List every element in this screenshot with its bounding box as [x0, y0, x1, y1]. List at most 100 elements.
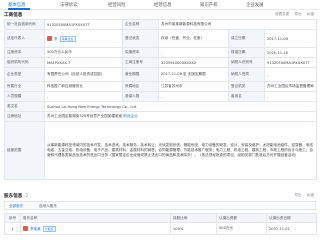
business-info-actions: 查看变更 导出 纠错 — [271, 12, 314, 17]
value-scope: 从事新能源科技领域内的技术开发、技术咨询、技术服务、技术转让；光伏发电系统、储能… — [44, 121, 317, 180]
filter-natural-person[interactable]: 自然人股东 — [39, 204, 57, 209]
shareholder-link[interactable]: 李某某 — [30, 227, 41, 231]
tab-legal[interactable]: 法律诉讼 — [60, 2, 78, 8]
value-former-name: - — [264, 91, 317, 102]
label-paid-capital: 实缴资本 — [122, 47, 159, 58]
tab-label: 知识产权 — [200, 3, 218, 8]
value-reg-capital: 500万元人民币 — [44, 47, 123, 58]
value-established: 2017-11-08 — [264, 29, 317, 48]
filter-all-shareholders[interactable]: 全部股东 — [9, 204, 23, 209]
value-region: 江苏省苏州市 — [158, 81, 229, 92]
value-amount: 500万元 — [216, 222, 267, 235]
table-row: 人员规模 - 参保人数 - 曾用名 - — [4, 91, 317, 102]
col-header-date: 认缴出资日期 — [266, 213, 317, 223]
tab-ip[interactable]: 知识产权 — [200, 2, 218, 8]
section-title-text: 股东信息 — [4, 194, 23, 199]
value-address: 苏州工业园区星湖街328号创意产业园某幢某室 — [47, 114, 123, 118]
business-info-table: 统一社会信用代码 91320500MA1PXXXX7T 企业名称 苏州市某某新能… — [4, 19, 317, 180]
value-company-name: 苏州市某某新能源科技有限公司 — [158, 19, 317, 30]
table-row: 注册资本 500万元人民币 实缴资本 - 核准日期 2020-11-16 — [4, 47, 317, 58]
value-paid-capital: - — [158, 47, 229, 58]
view-changes-link[interactable]: 查看变更 — [275, 12, 289, 16]
active-tab-indicator — [8, 8, 30, 10]
label-industry: 所属行业 — [4, 81, 45, 92]
col-header-ratio: 持股比例 — [170, 213, 217, 223]
section-title-text: 工商信息 — [4, 13, 23, 18]
avatar — [23, 226, 28, 231]
correction-link[interactable]: 纠错 — [307, 12, 314, 16]
shareholder-name-cell: 李某某 大股东 — [20, 222, 171, 235]
major-shareholder-tag: 大股东 — [42, 225, 56, 232]
shareholder-actions: 导出 纠错 — [294, 193, 314, 198]
value-business-term: 2017-11-08 至 无固定期限 — [158, 67, 229, 82]
label-established: 成立日期 — [228, 29, 265, 48]
value-org-code: MA1PXXXX-7 — [44, 57, 123, 68]
related-companies-tag[interactable]: 关联企业 — [59, 35, 76, 42]
tab-label: 经营信息 — [154, 3, 172, 8]
label-company-name: 企业名称 — [122, 19, 159, 30]
label-credit-code: 统一社会信用代码 — [4, 19, 45, 30]
value-credit-code: 91320500MA1PXXXX7T — [44, 19, 123, 30]
table-row: 组织机构代码 MA1PXXXX-7 工商注册号 320594000XXXXXX … — [4, 57, 317, 68]
tab-label: 经营风险 — [108, 3, 126, 8]
table-row[interactable]: 1 李某某 大股东 100% 500万元 2037-11-01 — [4, 222, 317, 235]
label-former-name: 曾用名 — [228, 91, 265, 102]
table-row: 英文名 Suzhou Lai Hong New Energy Technolog… — [4, 101, 317, 112]
legal-rep-cell: 李关联企业 — [44, 29, 123, 48]
value-company-type: 有限责任公司（自然人投资或控股） — [44, 67, 123, 82]
count-badge: 2 — [25, 194, 29, 199]
nearby-companies-link[interactable]: 附近企业 — [123, 114, 137, 118]
label-scope: 经营范围 — [4, 121, 45, 180]
table-row: 注册地址 苏州工业园区星湖街328号创意产业园某幢某室 附近企业 — [4, 111, 317, 122]
col-header-amount: 认缴出资额 — [216, 213, 267, 223]
section-title-shareholders: 股东信息 2 — [4, 193, 28, 199]
value-taxpayer-no: 91320500MA1PXXXX7T — [264, 57, 317, 68]
value-approval-date: 2020-11-16 — [264, 47, 317, 58]
label-region: 所属地区 — [122, 81, 159, 92]
table-row: 统一社会信用代码 91320500MA1PXXXX7T 企业名称 苏州市某某新能… — [4, 19, 317, 30]
value-english-name: Suzhou Lai Hong New Energy Technology Co… — [44, 101, 317, 112]
col-header-name: 股东名称 — [20, 213, 171, 223]
value-industry: 科技推广和应用服务业 — [44, 81, 123, 92]
value-insured: - — [158, 91, 229, 102]
value-taxpayer-qual: - — [264, 67, 317, 82]
label-legal-rep: 法定代表人 — [4, 29, 45, 48]
value-ratio: 100% — [170, 222, 217, 235]
table-row: 经营范围 从事新能源科技领域内的技术开发、技术咨询、技术服务、技术转让；光伏发电… — [4, 121, 317, 180]
address-cell: 苏州工业园区星湖街328号创意产业园某幢某室 附近企业 — [44, 111, 317, 122]
export-link[interactable]: 导出 — [294, 193, 301, 197]
label-reg-capital: 注册资本 — [4, 47, 45, 58]
label-company-type: 企业类型 — [4, 67, 45, 82]
label-authority: 登记机关 — [228, 81, 265, 92]
label-insured: 参保人数 — [122, 91, 159, 102]
table-row: 所属行业 科技推广和应用服务业 所属地区 江苏省苏州市 登记机关 苏州工业园区市… — [4, 81, 317, 92]
tab-operation-risk[interactable]: 经营风险 — [108, 2, 126, 8]
label-org-code: 组织机构代码 — [4, 57, 45, 68]
tab-bar: 基本信息 法律诉讼 经营风险 经营信息 知识产权 企业发展 — [0, 0, 320, 10]
tab-label: 法律诉讼 — [60, 3, 78, 8]
correction-link[interactable]: 纠错 — [307, 193, 314, 197]
tab-label: 企业发展 — [246, 3, 264, 8]
label-english-name: 英文名 — [4, 101, 45, 112]
label-approval-date: 核准日期 — [228, 47, 265, 58]
value-reg-no: 320594000XXXXXX — [158, 57, 229, 68]
label-staff: 人员规模 — [4, 91, 45, 102]
row-index: 1 — [4, 222, 21, 235]
export-link[interactable]: 导出 — [294, 12, 301, 16]
label-business-term: 营业期限 — [122, 67, 159, 82]
value-status: 存续（在营、开业、在册） — [158, 29, 229, 48]
section-title-business-info: 工商信息 — [4, 12, 22, 18]
table-row: 法定代表人 李关联企业 登记状态 存续（在营、开业、在册） 成立日期 2017-… — [4, 29, 317, 48]
label-reg-no: 工商注册号 — [122, 57, 159, 68]
value-date: 2037-11-01 — [266, 222, 317, 235]
label-taxpayer-no: 纳税人识别号 — [228, 57, 265, 68]
col-header-index: 序号 — [4, 213, 21, 223]
legal-rep-link[interactable]: 李 — [54, 37, 58, 41]
table-header-row: 序号 股东名称 持股比例 认缴出资额 认缴出资日期 — [4, 213, 317, 223]
tab-operation-info[interactable]: 经营信息 — [154, 2, 172, 8]
label-taxpayer-qual: 纳税人资质 — [228, 67, 265, 82]
avatar — [47, 36, 52, 41]
value-staff: - — [44, 91, 123, 102]
tab-development[interactable]: 企业发展 — [246, 2, 264, 8]
label-address: 注册地址 — [4, 111, 45, 122]
